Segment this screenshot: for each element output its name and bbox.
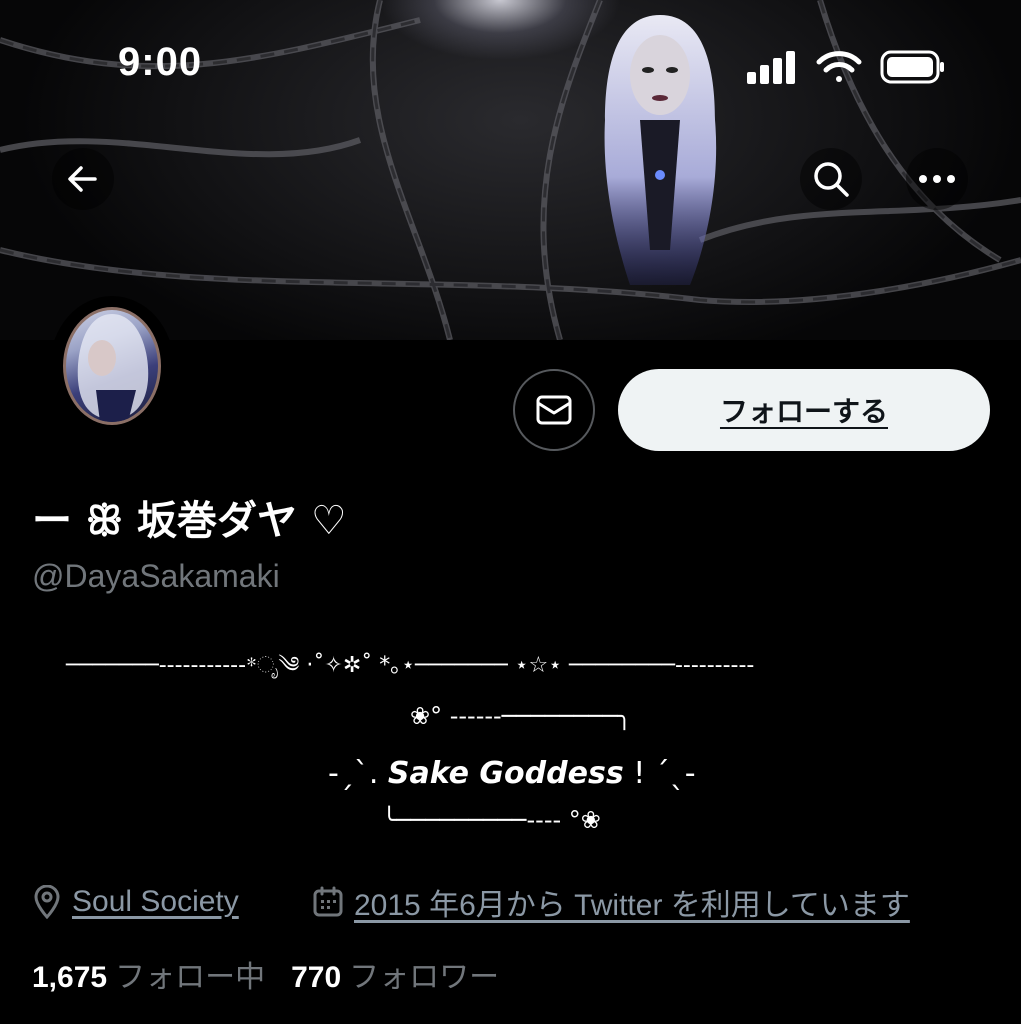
search-icon [814,162,849,197]
back-button[interactable] [52,148,114,210]
more-options-button[interactable] [906,148,968,210]
status-time: 9:00 [118,40,203,84]
following-stat[interactable]: 1,675 フォロー中 [32,961,291,994]
bio-sake-goddess: Sake Goddess [387,756,624,791]
joined-date[interactable]: 2015 年6月から Twitter を利用しています [354,880,910,924]
followers-stat[interactable]: 770 フォロワー [291,961,525,994]
envelope-icon [536,395,572,425]
follow-button[interactable]: フォローする [618,369,990,451]
follow-stats: 1,675 フォロー中 770 フォロワー [32,952,525,996]
location-row: Soul Society [32,880,239,924]
status-bar: 9:00 [0,0,1021,130]
bio-line-2: ❀° ------────────╮ [410,702,632,730]
bio-line-4: ╰─────────---- °❀ [382,806,601,834]
status-icons [745,48,945,92]
back-arrow-icon [68,166,97,192]
bio-line-3: -ˏˋ. Sake Goddess ! ˊˎ- [328,756,696,791]
bio-line-1: ───────-----------*ೃ༄ ·˚✧✲˚ *｡⋆─────── ⋆… [66,653,755,678]
search-button[interactable] [800,148,862,210]
message-button[interactable] [513,369,595,451]
calendar-icon [313,886,343,917]
battery-icon [880,50,944,84]
following-label: フォロー中 [115,961,266,994]
user-handle: @DayaSakamaki [32,558,280,594]
cellular-signal-icon [747,51,795,84]
wifi-icon [816,51,862,82]
location-pin-icon [34,885,60,919]
avatar-frame[interactable] [50,296,174,436]
bio-line-3-left: -ˏˋ. [328,756,388,791]
display-name: ー ꕥ 坂巻ダヤ ♡ [32,498,347,544]
following-count: 1,675 [32,961,108,994]
avatar [63,307,161,425]
location-link[interactable]: Soul Society [72,885,239,919]
joined-row: 2015 年6月から Twitter を利用しています [312,880,910,924]
followers-count: 770 [291,961,342,994]
bio-line-3-right: ! ˊˎ- [623,756,696,791]
more-horizontal-icon [919,175,955,183]
followers-label: フォロワー [349,961,500,994]
